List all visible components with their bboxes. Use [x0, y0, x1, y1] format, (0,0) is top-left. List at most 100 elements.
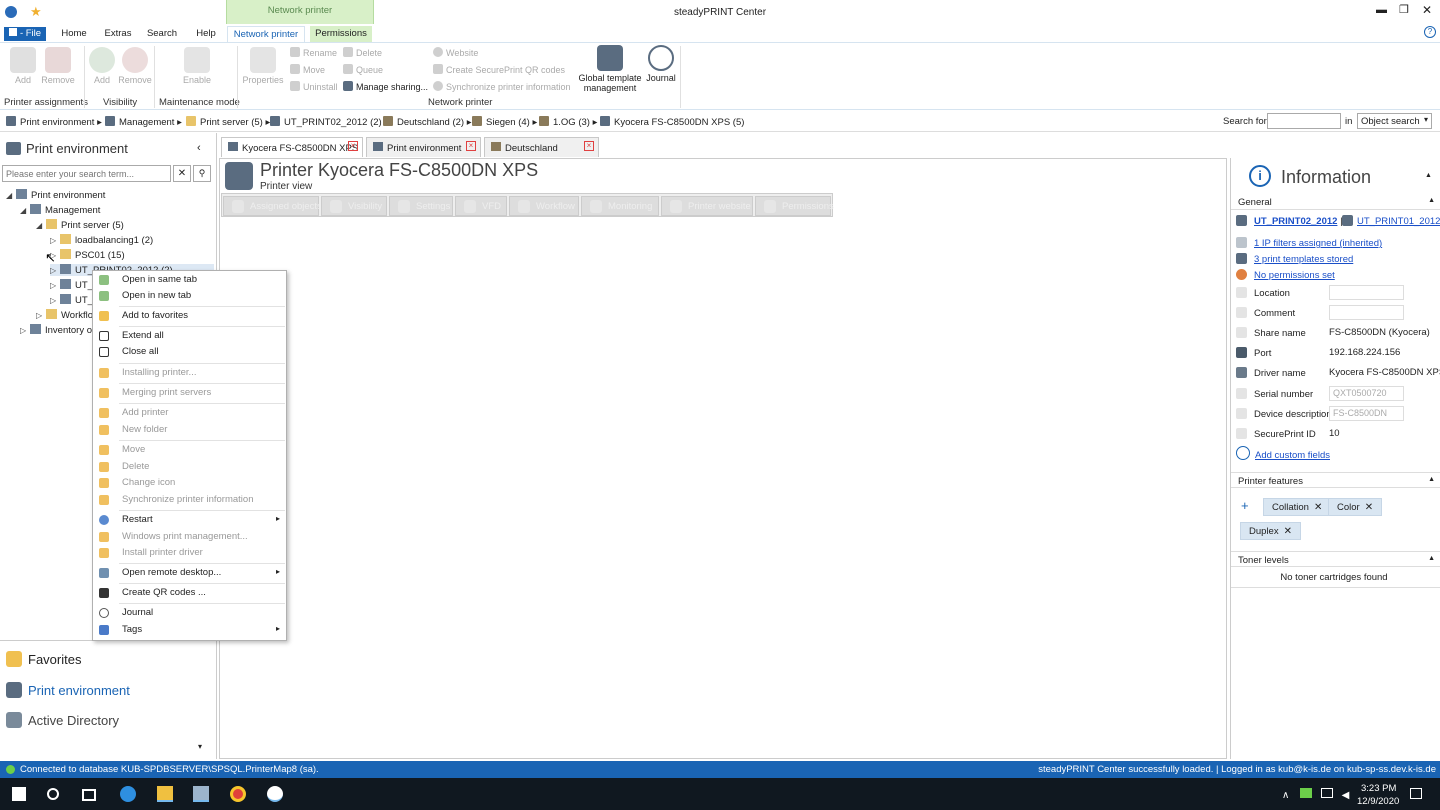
menu-item-windows-print-mgmt[interactable]: Windows print management... [93, 529, 286, 545]
expand-arrow-icon[interactable]: ▷ [50, 281, 60, 290]
menu-item-open-same-tab[interactable]: Open in same tab [93, 272, 286, 288]
file-menu[interactable]: - File [4, 27, 46, 41]
menu-item-journal[interactable]: Journal [93, 605, 286, 621]
edge-browser-icon[interactable] [120, 786, 136, 802]
subtab-permissions[interactable]: Permissions [755, 196, 834, 216]
manage-sharing-button[interactable]: Manage sharing... [343, 81, 428, 92]
clock-date[interactable]: 12/9/2020 [1357, 796, 1399, 807]
breadcrumb-item[interactable]: Management ▸ [105, 116, 182, 128]
subtab-printer-website[interactable]: Printer website [661, 196, 753, 216]
menu-item-new-folder[interactable]: New folder [93, 422, 286, 438]
custom-fields-link[interactable]: Add custom fields [1236, 446, 1330, 461]
sync-info-button[interactable]: Synchronize printer information [433, 81, 571, 92]
subtab-monitoring[interactable]: Monitoring [581, 196, 659, 216]
menu-item-remote-desktop[interactable]: Open remote desktop... ▸ [93, 565, 286, 581]
breadcrumb-item[interactable]: UT_PRINT02_2012 (2) ▸ [270, 116, 389, 128]
section-general[interactable]: General ▲ [1231, 194, 1440, 210]
breadcrumb-item[interactable]: Kyocera FS-C8500DN XPS (5) [600, 116, 744, 128]
tree-node[interactable]: ▷ PSC01 (15) [50, 249, 125, 261]
subtab-visibility[interactable]: Visibility [321, 196, 387, 216]
breadcrumb-item[interactable]: 1.OG (3) ▸ [539, 116, 597, 128]
breadcrumb-item[interactable]: Deutschland (2) ▸ [383, 116, 471, 128]
expand-arrow-icon[interactable]: ▷ [50, 266, 60, 275]
tree-node[interactable]: ▷ Inventory of [20, 324, 95, 336]
uninstall-button[interactable]: Uninstall [290, 81, 338, 92]
close-tab-icon[interactable]: × [466, 141, 476, 151]
feature-chip[interactable]: Color ✕ [1328, 498, 1383, 516]
subtab-vfd[interactable]: VFD [455, 196, 507, 216]
queue-button[interactable]: Queue [343, 64, 383, 75]
tab-network-printer[interactable]: Network printer [227, 26, 305, 42]
collapse-arrow-icon[interactable]: ◢ [36, 221, 46, 230]
menu-item-close-all[interactable]: Close all [93, 344, 286, 360]
breadcrumb-item[interactable]: Print environment ▸ [6, 116, 102, 128]
nav-more-icon[interactable]: ▾ [198, 742, 202, 751]
server-link-secondary[interactable]: UT_PRINT01_2012 [1342, 215, 1440, 227]
collapse-section-icon[interactable]: ▲ [1428, 197, 1435, 204]
tree-node[interactable]: ▷ UT_I [50, 294, 96, 306]
expand-arrow-icon[interactable]: ▷ [50, 236, 60, 245]
chevron-up-icon[interactable]: ∧ [1282, 790, 1289, 801]
properties-button[interactable]: Properties [241, 47, 285, 85]
restore-button[interactable]: ❐ [1399, 3, 1409, 16]
menu-item-tags[interactable]: Tags ▸ [93, 622, 286, 638]
tree-node[interactable]: ◢ Management [20, 204, 100, 216]
device-desc-field[interactable]: FS-C8500DN [1329, 406, 1404, 421]
remove-assignment-button[interactable]: Remove [40, 47, 76, 85]
add-feature-button[interactable]: + [1241, 498, 1249, 513]
menu-item-merging-servers[interactable]: Merging print servers [93, 385, 286, 401]
expand-arrow-icon[interactable]: ▷ [50, 296, 60, 305]
tree-node[interactable]: ◢ Print server (5) [36, 219, 124, 231]
templates-link[interactable]: 3 print templates stored [1236, 253, 1353, 265]
menu-item-add-printer[interactable]: Add printer [93, 405, 286, 421]
nav-active-directory[interactable]: Active Directory [6, 712, 119, 728]
tree-node[interactable]: ◢ Print environment [6, 189, 105, 201]
menu-item-create-qr[interactable]: Create QR codes ... [93, 585, 286, 601]
subtab-settings[interactable]: Settings [389, 196, 453, 216]
network-icon[interactable] [1300, 788, 1313, 798]
notification-icon[interactable] [1410, 788, 1422, 799]
rename-button[interactable]: Rename [290, 47, 337, 58]
delete-button[interactable]: Delete [343, 47, 382, 58]
task-view-icon[interactable] [82, 789, 96, 801]
menu-item-extend-all[interactable]: Extend all [93, 328, 286, 344]
search-icon[interactable]: ⚲ [193, 165, 211, 182]
menu-item-add-favorites[interactable]: Add to favorites [93, 308, 286, 324]
printer-management-icon[interactable] [193, 786, 209, 802]
display-icon[interactable] [1320, 788, 1333, 798]
volume-icon[interactable]: ◀ [1342, 790, 1354, 801]
close-tab-icon[interactable]: × [348, 141, 358, 151]
tab-help[interactable]: Help [188, 26, 224, 42]
tree-node[interactable]: ▷ loadbalancing1 (2) [50, 234, 153, 246]
tab-permissions[interactable]: Permissions [310, 26, 372, 42]
doc-tab[interactable]: Print environment × [366, 137, 481, 157]
tree-node[interactable]: ▷ Workflo [36, 309, 93, 321]
remove-chip-icon[interactable]: ✕ [1365, 502, 1373, 513]
collapse-arrow-icon[interactable]: ◢ [6, 191, 16, 200]
website-button[interactable]: Website [433, 47, 478, 58]
breadcrumb-item[interactable]: Print server (5) ▸ [186, 116, 270, 128]
server-link-primary[interactable]: UT_PRINT02_2012 | [1236, 215, 1343, 227]
feature-chip[interactable]: Duplex ✕ [1240, 522, 1301, 540]
tree-search-input[interactable] [2, 165, 171, 182]
location-field[interactable] [1329, 285, 1404, 300]
menu-item-change-icon[interactable]: Change icon [93, 475, 286, 491]
menu-item-installing-printer[interactable]: Installing printer... [93, 365, 286, 381]
menu-item-sync-info[interactable]: Synchronize printer information [93, 492, 286, 508]
expand-arrow-icon[interactable]: ▷ [36, 311, 46, 320]
comment-field[interactable] [1329, 305, 1404, 320]
windows-start-icon[interactable] [12, 787, 26, 801]
ip-filters-link[interactable]: 1 IP filters assigned (inherited) [1236, 237, 1382, 249]
nav-favorites[interactable]: Favorites [6, 651, 81, 667]
add-visibility-button[interactable]: Add [88, 47, 116, 85]
serial-field[interactable]: QXT0500720 [1329, 386, 1404, 401]
clock-time[interactable]: 3:23 PM [1361, 783, 1396, 794]
tree-node[interactable]: ▷ UT_I [50, 279, 96, 291]
doc-tab-active[interactable]: Kyocera FS-C8500DN XPS × [221, 137, 363, 157]
create-qr-button[interactable]: Create SecurePrint QR codes [433, 64, 565, 75]
minimize-button[interactable]: ▬ [1376, 4, 1387, 16]
remove-chip-icon[interactable]: ✕ [1284, 526, 1292, 537]
feature-chip[interactable]: Collation ✕ [1263, 498, 1332, 516]
menu-item-delete[interactable]: Delete [93, 459, 286, 475]
chrome-icon[interactable] [230, 786, 246, 802]
